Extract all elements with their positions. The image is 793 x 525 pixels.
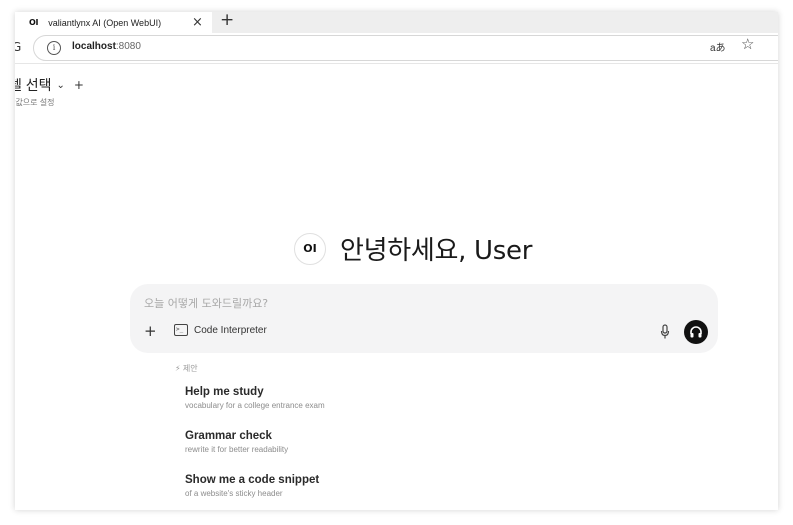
code-interpreter-button[interactable]: >_ Code Interpreter (174, 324, 267, 336)
suggestion-title: Grammar check (185, 430, 272, 442)
model-selector[interactable]: 델 선택 ⌄ + (15, 75, 84, 95)
url-host: localhost (72, 41, 116, 52)
microphone-icon[interactable] (660, 324, 670, 340)
suggestion-title: Help me study (185, 386, 264, 398)
suggestion-subtitle: rewrite it for better readability (185, 445, 289, 454)
greeting: OI 안녕하세요, User (294, 230, 532, 267)
chat-input-container: + >_ Code Interpreter (130, 284, 718, 353)
tab-open-webui[interactable]: OI valiantlynx AI (Open WebUI) × (15, 12, 212, 33)
suggestion-grammar-check[interactable]: Grammar check rewrite it for better read… (185, 430, 288, 454)
browser-window: OI valiantlynx AI (Open WebUI) × + G i l… (15, 12, 778, 510)
url-text[interactable]: localhost:8080 (72, 41, 141, 52)
star-icon[interactable]: ☆ (741, 35, 754, 53)
new-tab-button[interactable]: + (220, 12, 234, 30)
attach-button[interactable]: + (144, 322, 157, 340)
url-port: :8080 (115, 41, 141, 52)
info-icon[interactable]: i (47, 41, 61, 55)
address-bar[interactable]: i localhost:8080 (33, 35, 778, 61)
set-default-link[interactable]: ?값으로 설정 (15, 97, 54, 108)
reload-icon[interactable]: G (15, 40, 21, 54)
headphones-icon (690, 326, 702, 338)
add-model-button[interactable]: + (74, 78, 84, 92)
tab-favicon-icon: OI (29, 18, 39, 27)
browser-toolbar: G i localhost:8080 aあ ☆ (15, 33, 778, 64)
terminal-icon: >_ (174, 324, 188, 336)
open-webui-logo-icon: OI (294, 232, 326, 265)
tab-title: valiantlynx AI (Open WebUI) (48, 17, 162, 28)
translate-icon[interactable]: aあ (710, 39, 726, 54)
voice-mode-button[interactable] (684, 320, 708, 344)
model-select-label: 델 선택 (15, 77, 52, 93)
suggestion-subtitle: of a website's sticky header (185, 489, 283, 498)
greeting-text: 안녕하세요, User (340, 236, 533, 266)
tab-strip: OI valiantlynx AI (Open WebUI) × + (15, 12, 778, 33)
suggestions-header: ⚡ 제안 (175, 364, 198, 373)
code-interpreter-label: Code Interpreter (194, 324, 267, 336)
suggestion-code-snippet[interactable]: Show me a code snippet of a website's st… (185, 474, 319, 498)
suggestion-title: Show me a code snippet (185, 474, 320, 486)
suggestion-subtitle: vocabulary for a college entrance exam (185, 401, 325, 410)
tab-close-icon[interactable]: × (192, 14, 203, 31)
chevron-down-icon[interactable]: ⌄ (57, 80, 65, 91)
suggestion-help-study[interactable]: Help me study vocabulary for a college e… (185, 386, 325, 410)
chat-input[interactable] (144, 294, 624, 312)
